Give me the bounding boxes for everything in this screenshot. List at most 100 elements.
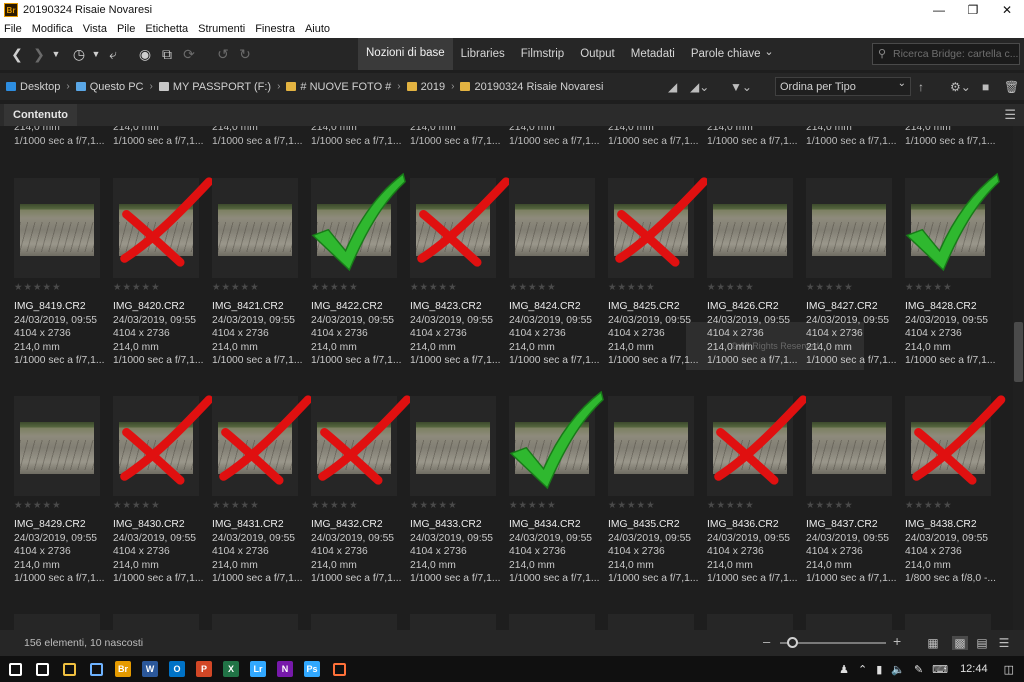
rating-stars[interactable]: ★★★★★ [707,500,755,511]
battery-icon[interactable]: ▮ [876,663,882,676]
thumbnail-cell[interactable]: ★★★★★ IMG_8437.CR2 24/03/2019, 09:55 4104 x… [806,396,896,606]
thumbnail[interactable] [410,396,496,496]
file-name[interactable]: IMG_8438.CR2 [905,518,997,532]
thumbnail-cell[interactable]: ★★★★★ IMG_8428.CR2 24/03/2019, 09:55 4104 x… [905,172,1000,388]
file-name[interactable]: IMG_8431.CR2 [212,518,304,532]
file-name[interactable]: IMG_8419.CR2 [14,300,106,314]
rating-stars[interactable]: ★★★★★ [410,282,458,293]
powerpoint-icon[interactable]: P [193,658,215,680]
thumbnail-cell[interactable]: ★★★★★ IMG_8435.CR2 24/03/2019, 09:55 4104 x… [608,396,698,606]
rating-stars[interactable]: ★★★★★ [113,500,161,511]
thumbnail-cell[interactable]: ★★★★★ IMG_8421.CR2 24/03/2019, 09:55 4104 x… [212,178,302,388]
rating-stars[interactable]: ★★★★★ [212,500,260,511]
thumbnail[interactable] [608,396,694,496]
thumbnail-cell[interactable]: ★★★★★ IMG_8438.CR2 24/03/2019, 09:55 4104 x… [905,395,1006,606]
thumbnail[interactable] [707,178,793,278]
history-icon[interactable]: ◷ [68,46,90,63]
file-name[interactable]: IMG_8437.CR2 [806,518,898,532]
breadcrumb-item[interactable]: MY PASSPORT (F:) › [158,81,280,93]
thumbnail-cell[interactable]: ★★★★★ IMG_8422.CR2 24/03/2019, 09:55 4104 x… [311,172,406,388]
menu-item-etichetta[interactable]: Etichetta [145,23,188,35]
chevron-down-icon[interactable]: ⌄ [758,45,780,58]
pen-icon[interactable]: ✎ [914,663,923,676]
breadcrumb-item[interactable]: 2019 › [406,81,454,93]
thumbnail-cell[interactable]: ★★★★★ IMG_8436.CR2 24/03/2019, 09:55 4104 x… [707,395,808,606]
restore-icon[interactable]: ❐ [956,0,990,20]
file-name[interactable]: IMG_8432.CR2 [311,518,403,532]
thumbnail[interactable] [14,178,100,278]
rating-stars[interactable]: ★★★★★ [410,500,458,511]
chevron-down-icon[interactable]: ▼ [50,49,62,59]
chevron-right-icon[interactable]: › [150,81,153,92]
rating-stars[interactable]: ★★★★★ [509,282,557,293]
rating-stars[interactable]: ★★★★★ [806,500,854,511]
menu-item-file[interactable]: File [4,23,22,35]
zoom-in-icon[interactable]: + [893,633,901,649]
notification-icon[interactable]: ◫ [1004,663,1014,676]
thumbnail-cell[interactable]: ★★★★★ IMG_8431.CR2 24/03/2019, 09:55 4104 x… [212,395,313,606]
open-recent-icon[interactable]: ⚙⌄ [950,73,971,100]
file-name[interactable]: IMG_8435.CR2 [608,518,700,532]
thumbnail-cell[interactable]: ★★★★★ IMG_8433.CR2 24/03/2019, 09:55 4104 x… [410,396,500,606]
file-name[interactable]: IMG_8427.CR2 [806,300,898,314]
file-name[interactable]: IMG_8420.CR2 [113,300,205,314]
refine-icon[interactable]: ⧉ [156,46,178,63]
zoom-out-icon[interactable]: – [763,634,770,649]
thumbnail-cell[interactable]: ★★★★★ IMG_8426.CR2 24/03/2019, 09:55 4104 x… [707,178,797,388]
view-list-icon[interactable]: ☰ [996,636,1012,650]
paint-icon[interactable] [85,658,107,680]
file-name[interactable]: IMG_8430.CR2 [113,518,205,532]
minimize-icon[interactable]: — [922,0,956,20]
view-details-icon[interactable]: ▤ [974,636,990,650]
thumbnail[interactable] [806,178,892,278]
lightroom-icon[interactable]: Lr [247,658,269,680]
thumbnail-cell[interactable]: ★★★★★ IMG_8429.CR2 24/03/2019, 09:55 4104 x… [14,396,104,606]
rating-stars[interactable]: ★★★★★ [14,500,62,511]
chevron-right-icon[interactable]: › [397,81,400,92]
rating-stars[interactable]: ★★★★★ [608,500,656,511]
file-name[interactable]: IMG_8428.CR2 [905,300,997,314]
grid-lock-icon[interactable]: ▦ [925,636,941,650]
thumbnail[interactable] [509,178,595,278]
panel-menu-icon[interactable]: ☰ [1004,107,1016,123]
camera-icon[interactable]: ◉ [134,46,156,63]
filter-icon[interactable]: ▼⌄ [730,73,752,100]
close-icon[interactable]: ✕ [990,0,1024,20]
rating-stars[interactable]: ★★★★★ [311,500,359,511]
rating-stars[interactable]: ★★★★★ [806,282,854,293]
file-name[interactable]: IMG_8429.CR2 [14,518,106,532]
file-name[interactable]: IMG_8422.CR2 [311,300,403,314]
filter-quality-icon[interactable]: ◢ [668,73,677,100]
breadcrumb-item[interactable]: Desktop › [6,81,70,93]
rotate-cw-icon[interactable]: ↻ [234,46,256,63]
rating-stars[interactable]: ★★★★★ [905,282,953,293]
file-name[interactable]: IMG_8424.CR2 [509,300,601,314]
rating-stars[interactable]: ★★★★★ [905,500,953,511]
thumbnail-cell[interactable]: ★★★★★ IMG_8434.CR2 24/03/2019, 09:55 4104 x… [509,390,604,606]
rating-stars[interactable]: ★★★★★ [509,500,557,511]
rating-stars[interactable]: ★★★★★ [311,282,359,293]
outlook-icon[interactable]: O [166,658,188,680]
file-name[interactable]: IMG_8423.CR2 [410,300,502,314]
workspace-tab-parole-chiave[interactable]: Parole chiave [683,38,769,70]
speaker-mute-icon[interactable]: 🔈 [891,663,905,676]
clock-time[interactable]: 12:44 [960,663,988,675]
rating-stars[interactable]: ★★★★★ [14,282,62,293]
thumbnail-cell[interactable]: ★★★★★ IMG_8432.CR2 24/03/2019, 09:55 4104 x… [311,395,412,606]
file-name[interactable]: IMG_8426.CR2 [707,300,799,314]
thumbnail[interactable] [212,178,298,278]
file-name[interactable]: IMG_8425.CR2 [608,300,700,314]
search-input[interactable]: ⚲ Ricerca Bridge: cartella c... [872,43,1020,65]
delete-icon[interactable]: 🗑 [1004,73,1019,100]
sort-direction-icon[interactable]: ↑ [918,73,924,100]
thumbnail-cell[interactable]: ★★★★★ IMG_8419.CR2 24/03/2019, 09:55 4104 x… [14,178,104,388]
chevron-down-icon[interactable]: ▼ [90,49,102,59]
file-name[interactable]: IMG_8433.CR2 [410,518,502,532]
menu-item-vista[interactable]: Vista [83,23,107,35]
task-view-icon[interactable] [31,658,53,680]
boomerang-icon[interactable]: ⤶ [102,46,124,63]
file-name[interactable]: IMG_8421.CR2 [212,300,304,314]
thumbnail-cell[interactable]: ★★★★★ IMG_8424.CR2 24/03/2019, 09:55 4104 x… [509,178,599,388]
rotate-ccw-icon[interactable]: ↺ [212,46,234,63]
menu-item-modifica[interactable]: Modifica [32,23,73,35]
